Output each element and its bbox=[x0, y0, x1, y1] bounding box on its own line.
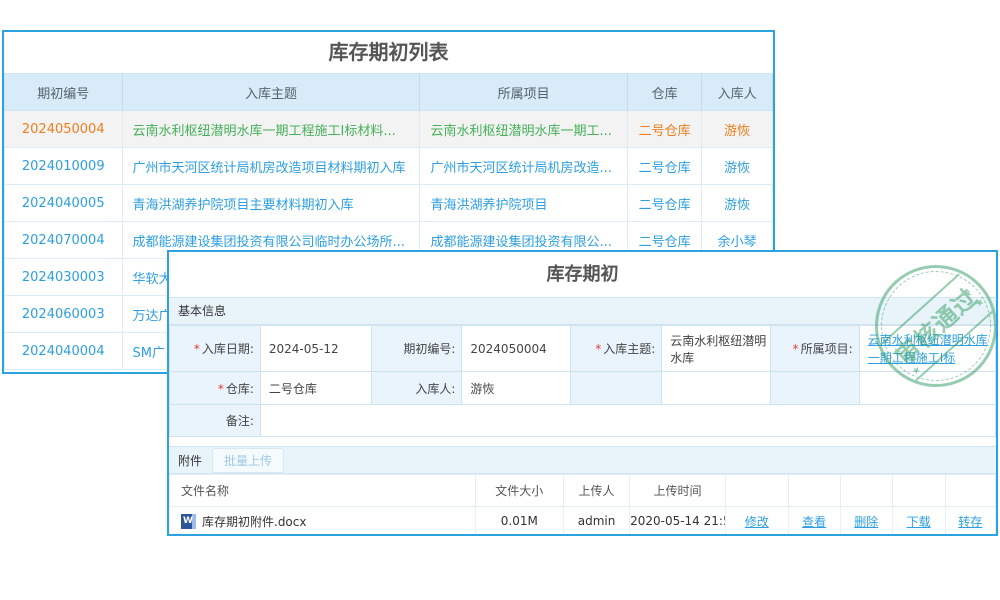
field-label-entry-date: *入库日期: bbox=[170, 326, 261, 372]
col-header-person: 入库人 bbox=[702, 74, 773, 111]
field-value-entry-date: 2024-05-12 bbox=[260, 326, 371, 372]
opening-no-link[interactable]: 2024060003 bbox=[22, 307, 105, 322]
opening-no-link[interactable]: 2024040004 bbox=[22, 344, 105, 359]
field-value-opening-no: 2024050004 bbox=[462, 326, 571, 372]
col-header-empty bbox=[840, 475, 892, 507]
col-header-file-size: 文件大小 bbox=[475, 475, 563, 507]
field-value-person: 游恢 bbox=[462, 372, 571, 405]
delete-link[interactable]: 删除 bbox=[854, 515, 878, 529]
field-label-project: *所属项目: bbox=[771, 326, 859, 372]
modal-title: 库存期初 bbox=[169, 252, 996, 297]
warehouse-link[interactable]: 二号仓库 bbox=[639, 124, 691, 139]
warehouse-link[interactable]: 二号仓库 bbox=[639, 161, 691, 176]
required-asterisk: * bbox=[793, 342, 799, 356]
form-row: *入库日期: 2024-05-12 期初编号: 2024050004 *入库主题… bbox=[170, 326, 996, 372]
attachment-label: 附件 bbox=[178, 452, 202, 469]
required-asterisk: * bbox=[218, 382, 224, 396]
attachment-file-size: 0.01M bbox=[475, 507, 563, 536]
edit-link[interactable]: 修改 bbox=[745, 515, 769, 529]
form-row: 备注: bbox=[170, 405, 996, 437]
table-row[interactable]: 2024010009 广州市天河区统计局机房改造项目材料期初入库 广州市天河区统… bbox=[5, 148, 773, 185]
download-link[interactable]: 下载 bbox=[907, 515, 931, 529]
project-link[interactable]: 广州市天河区统计局机房改造... bbox=[430, 161, 611, 176]
subject-link[interactable]: 成都能源建设集团投资有限公司临时办公场所... bbox=[133, 235, 405, 250]
inventory-opening-detail-modal: 库存期初 基本信息 *入库日期: 2024-05-12 期初编号: 202405… bbox=[167, 250, 998, 536]
required-asterisk: * bbox=[595, 342, 601, 356]
list-title: 库存期初列表 bbox=[4, 32, 773, 73]
batch-upload-button[interactable]: 批量上传 bbox=[212, 448, 284, 473]
person-link[interactable]: 游恢 bbox=[724, 124, 750, 139]
opening-no-link[interactable]: 2024050004 bbox=[22, 122, 105, 137]
opening-no-link[interactable]: 2024070004 bbox=[22, 233, 105, 248]
project-link[interactable]: 云南水利枢纽潜明水库一期工程施工I标 bbox=[868, 331, 995, 367]
basic-info-section-header: 基本信息 bbox=[169, 297, 996, 325]
table-row[interactable]: 2024050004 云南水利枢纽潜明水库一期工程施工I标材料... 云南水利枢… bbox=[5, 111, 773, 148]
col-header-opening-no: 期初编号 bbox=[5, 74, 123, 111]
attachment-table: 文件名称 文件大小 上传人 上传时间 W 库存期初附件.docx 0.01M a… bbox=[169, 474, 996, 536]
attachment-file-name: 库存期初附件.docx bbox=[202, 513, 306, 530]
project-link[interactable]: 成都能源建设集团投资有限公... bbox=[430, 235, 611, 250]
field-label-subject: *入库主题: bbox=[571, 326, 662, 372]
subject-link[interactable]: SM广 bbox=[133, 346, 165, 361]
view-link[interactable]: 查看 bbox=[802, 515, 826, 529]
field-value-empty bbox=[859, 372, 995, 405]
table-row[interactable]: 2024040005 青海洪湖养护院项目主要材料期初入库 青海洪湖养护院项目 二… bbox=[5, 185, 773, 222]
field-value-remark bbox=[260, 405, 995, 437]
basic-info-form: *入库日期: 2024-05-12 期初编号: 2024050004 *入库主题… bbox=[169, 325, 996, 437]
attachment-row: W 库存期初附件.docx 0.01M admin 2020-05-14 21:… bbox=[170, 507, 996, 536]
attachment-header-row: 文件名称 文件大小 上传人 上传时间 bbox=[170, 475, 996, 507]
project-link[interactable]: 青海洪湖养护院项目 bbox=[430, 198, 547, 213]
field-label-empty bbox=[571, 372, 662, 405]
person-link[interactable]: 游恢 bbox=[724, 198, 750, 213]
field-label-remark: 备注: bbox=[170, 405, 261, 437]
section-spacer bbox=[169, 437, 996, 446]
warehouse-link[interactable]: 二号仓库 bbox=[639, 235, 691, 250]
field-value-empty bbox=[662, 372, 771, 405]
col-header-upload-time: 上传时间 bbox=[630, 475, 726, 507]
col-header-empty bbox=[725, 475, 788, 507]
col-header-empty bbox=[945, 475, 995, 507]
col-header-subject: 入库主题 bbox=[122, 74, 420, 111]
col-header-empty bbox=[892, 475, 945, 507]
field-label-empty bbox=[771, 372, 859, 405]
field-value-warehouse: 二号仓库 bbox=[260, 372, 371, 405]
opening-no-link[interactable]: 2024030003 bbox=[22, 270, 105, 285]
attachment-section-header: 附件 批量上传 bbox=[169, 446, 996, 474]
person-link[interactable]: 游恢 bbox=[724, 161, 750, 176]
field-label-person: 入库人: bbox=[371, 372, 462, 405]
subject-link[interactable]: 云南水利枢纽潜明水库一期工程施工I标材料... bbox=[133, 124, 396, 139]
col-header-uploader: 上传人 bbox=[564, 475, 630, 507]
form-row: *仓库: 二号仓库 入库人: 游恢 bbox=[170, 372, 996, 405]
table-header-row: 期初编号 入库主题 所属项目 仓库 入库人 bbox=[5, 74, 773, 111]
required-asterisk: * bbox=[194, 342, 200, 356]
subject-link[interactable]: 广州市天河区统计局机房改造项目材料期初入库 bbox=[133, 161, 406, 176]
subject-link[interactable]: 华软大 bbox=[133, 272, 172, 287]
field-value-subject: 云南水利枢纽潜明水库 bbox=[662, 326, 771, 372]
subject-link[interactable]: 青海洪湖养护院项目主要材料期初入库 bbox=[133, 198, 354, 213]
col-header-empty bbox=[788, 475, 840, 507]
opening-no-link[interactable]: 2024040005 bbox=[22, 196, 105, 211]
opening-no-link[interactable]: 2024010009 bbox=[22, 159, 105, 174]
project-link[interactable]: 云南水利枢纽潜明水库一期工... bbox=[430, 124, 611, 139]
field-label-opening-no: 期初编号: bbox=[371, 326, 462, 372]
attachment-upload-time: 2020-05-14 21:57 bbox=[630, 507, 726, 536]
transfer-link[interactable]: 转存 bbox=[958, 515, 982, 529]
attachment-uploader: admin bbox=[564, 507, 630, 536]
col-header-file-name: 文件名称 bbox=[170, 475, 476, 507]
subject-link[interactable]: 万达广 bbox=[133, 309, 172, 324]
col-header-project: 所属项目 bbox=[420, 74, 627, 111]
word-file-icon: W bbox=[181, 514, 196, 529]
warehouse-link[interactable]: 二号仓库 bbox=[639, 198, 691, 213]
field-label-warehouse: *仓库: bbox=[170, 372, 261, 405]
col-header-warehouse: 仓库 bbox=[627, 74, 701, 111]
person-link[interactable]: 余小琴 bbox=[718, 235, 757, 250]
